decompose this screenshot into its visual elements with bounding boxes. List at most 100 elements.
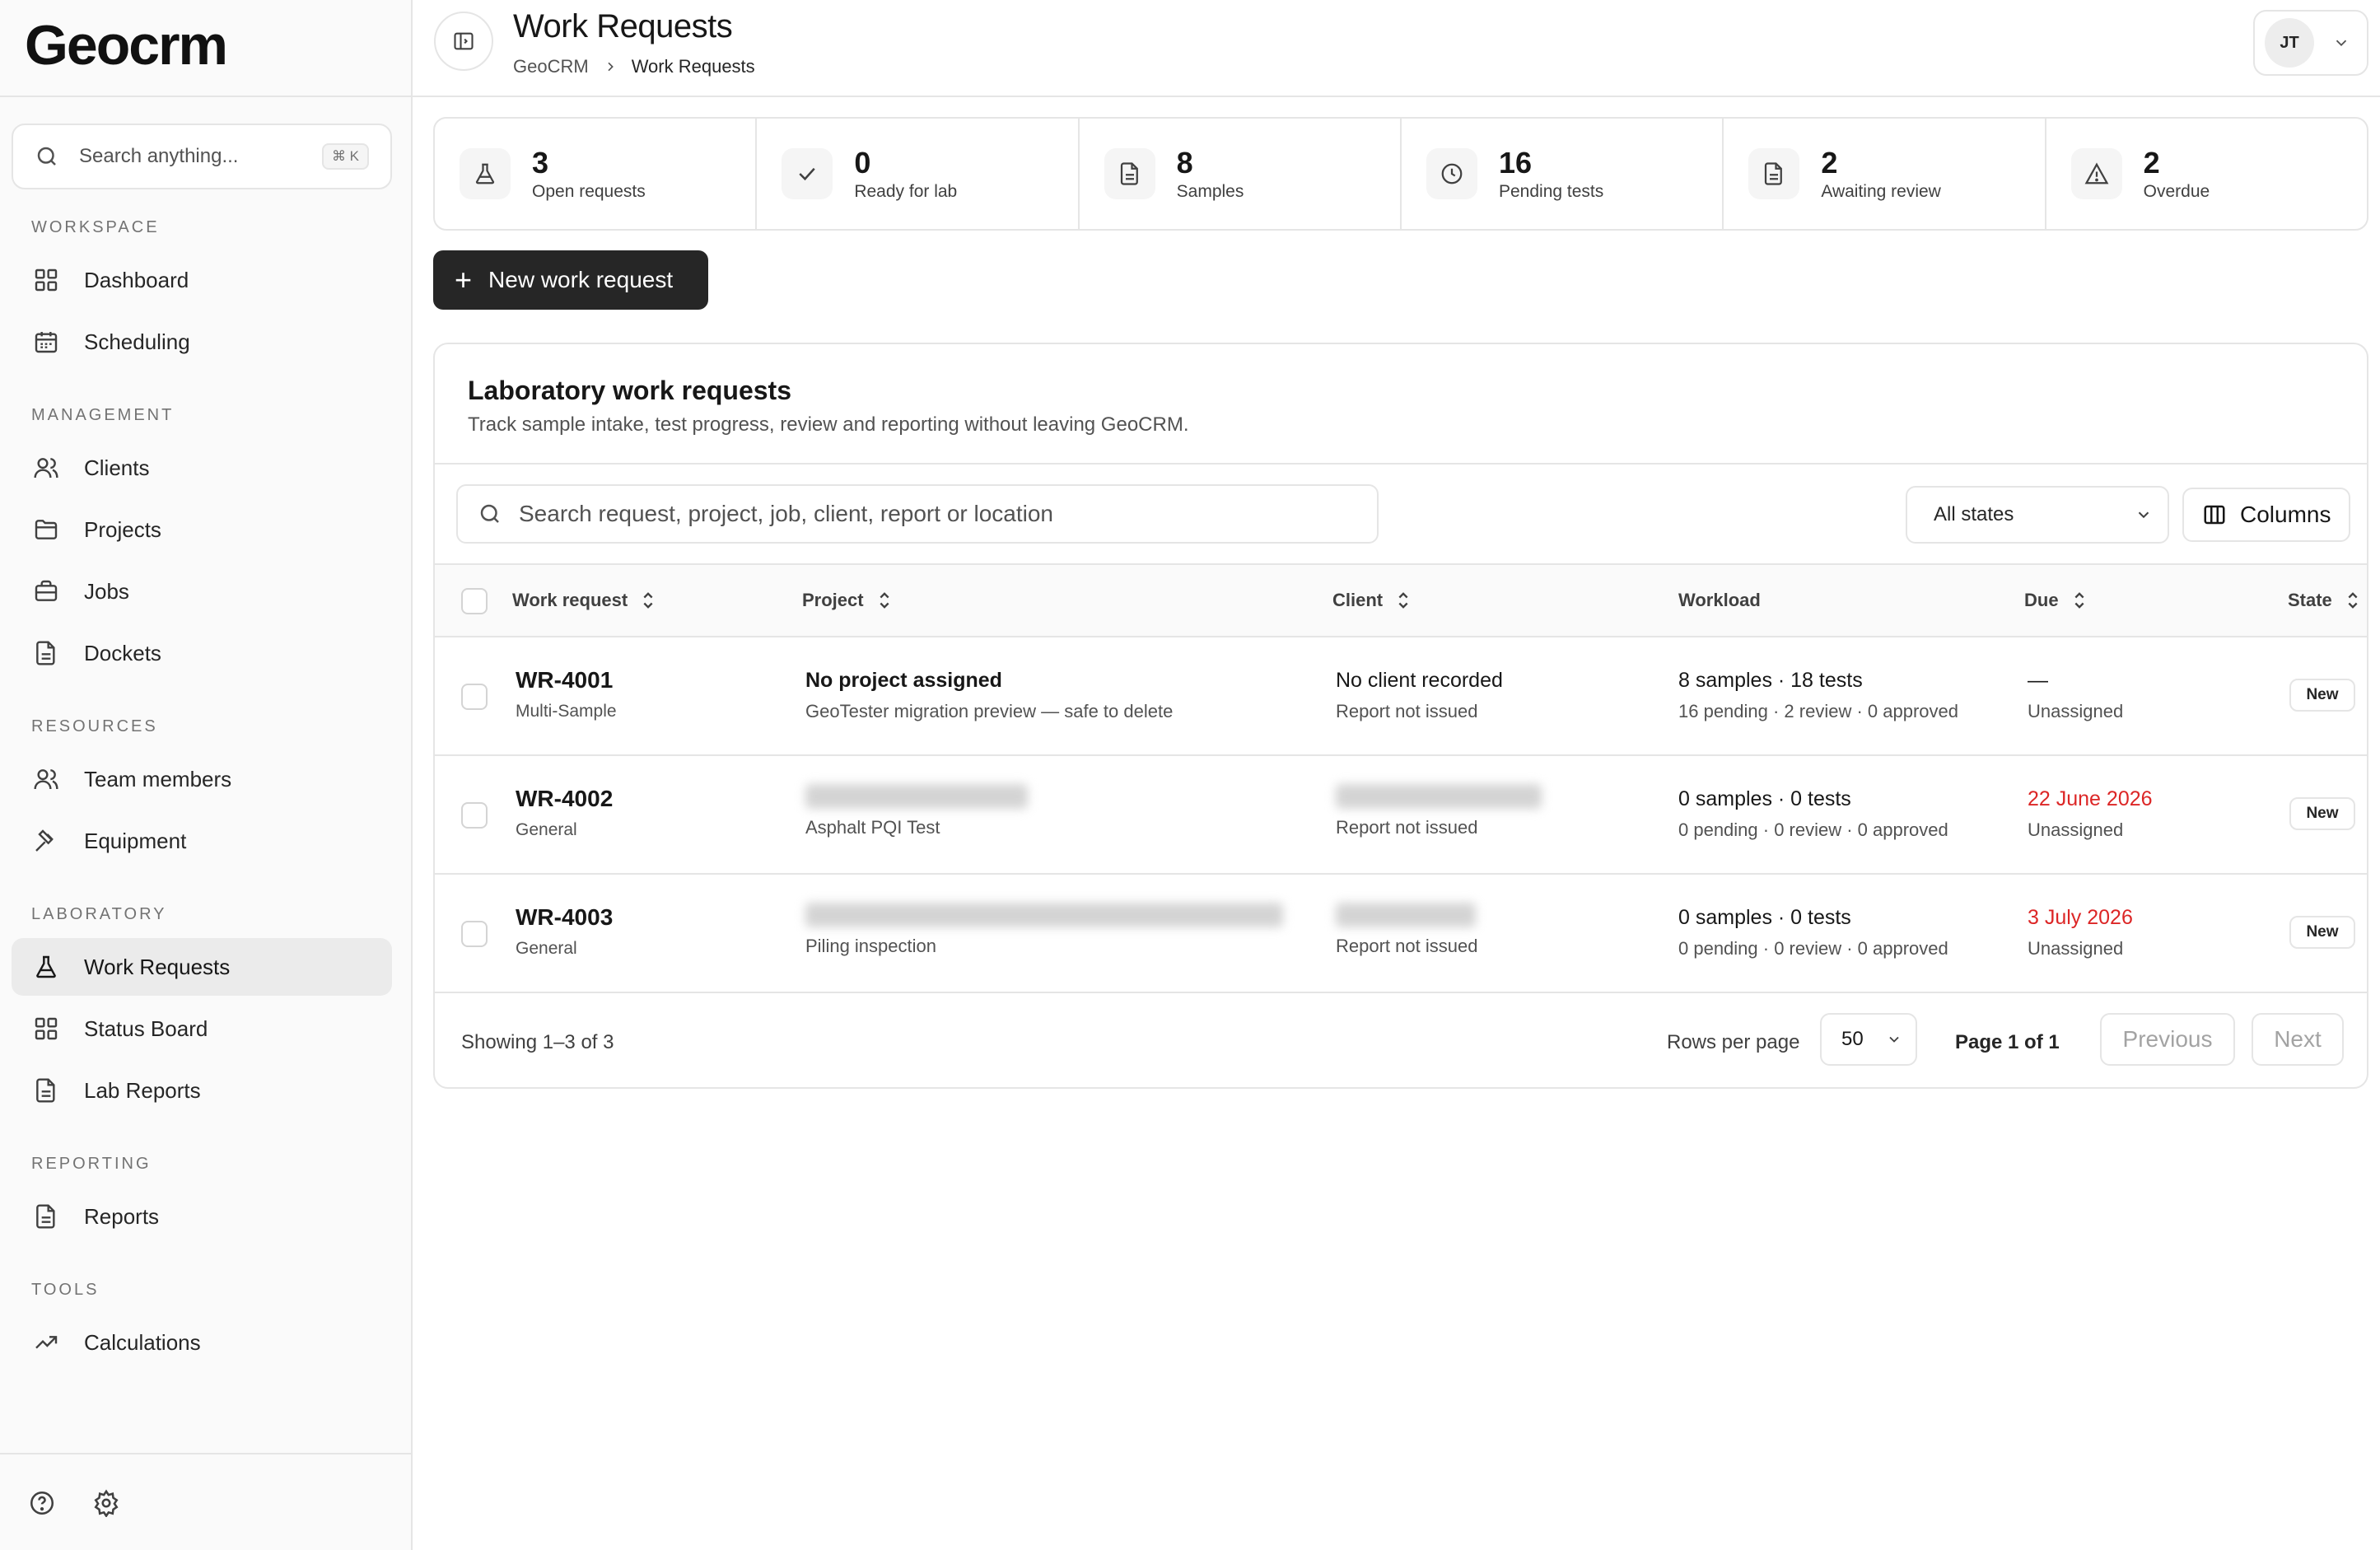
status-badge: New (2289, 679, 2355, 712)
next-page-button[interactable]: Next (2252, 1013, 2344, 1066)
user-menu-button[interactable]: JT (2253, 10, 2368, 76)
columns-icon (2204, 505, 2225, 525)
row-checkbox[interactable] (461, 921, 488, 947)
table-row[interactable]: WR-4001 Multi-Sample No project assigned… (435, 637, 2367, 756)
logo-text: Geocrm (25, 20, 226, 72)
settings-gear-icon[interactable] (92, 1489, 120, 1517)
section-management: MANAGEMENT (31, 406, 175, 424)
stat-label: Samples (1176, 182, 1244, 201)
file-text-icon (36, 1204, 55, 1229)
new-work-request-button[interactable]: + New work request (433, 250, 708, 310)
sidebar-divider (0, 1453, 411, 1454)
search-shortcut-badge: ⌘ K (321, 143, 369, 170)
sidebar-item-label: Jobs (84, 578, 129, 604)
assignee: Unassigned (2028, 819, 2124, 840)
plus-icon: + (455, 263, 473, 296)
sidebar-item-lab-reports[interactable]: Lab Reports (12, 1062, 392, 1119)
section-tools: TOOLS (31, 1281, 100, 1299)
column-header-state[interactable]: State (2288, 565, 2362, 636)
table-row[interactable]: WR-4002 General Asphalt PQI Test Report … (435, 756, 2367, 875)
status-badge: New (2289, 916, 2355, 949)
stat-value: 8 (1176, 146, 1193, 180)
column-header-label: Work request (512, 590, 628, 610)
sidebar-item-label: Team members (84, 766, 232, 791)
column-header-work-request[interactable]: Work request (512, 565, 657, 636)
stat-pending-tests: 16 Pending tests (1402, 119, 1724, 229)
folder-icon (35, 520, 58, 539)
work-request-id[interactable]: WR-4003 (516, 904, 613, 931)
status-badge: New (2289, 797, 2355, 830)
sidebar-item-equipment[interactable]: Equipment (12, 812, 392, 870)
breadcrumb-root[interactable]: GeoCRM (513, 56, 589, 77)
sidebar-item-scheduling[interactable]: Scheduling (12, 313, 392, 371)
client-report-status: Report not issued (1336, 936, 1478, 956)
sidebar-item-status-board[interactable]: Status Board (12, 1000, 392, 1057)
sort-icon (2074, 592, 2084, 609)
showing-count: Showing 1–3 of 3 (461, 1031, 614, 1053)
column-header-due[interactable]: Due (2024, 565, 2088, 636)
file-icon (1765, 162, 1783, 185)
work-request-id[interactable]: WR-4001 (516, 667, 617, 693)
stat-value: 2 (2143, 146, 2160, 180)
due-date-overdue: 22 June 2026 (2028, 787, 2153, 810)
select-all-checkbox[interactable] (461, 588, 488, 614)
sidebar-toggle-button[interactable] (434, 12, 493, 71)
panel-toggle-icon (454, 32, 474, 50)
client-title: No client recorded (1336, 669, 1503, 692)
sidebar-item-dashboard[interactable]: Dashboard (12, 251, 392, 309)
sidebar-item-label: Reports (84, 1203, 160, 1229)
sidebar-item-reports[interactable]: Reports (12, 1188, 392, 1245)
assignee: Unassigned (2028, 701, 2124, 721)
sidebar-item-calculations[interactable]: Calculations (12, 1314, 392, 1371)
sidebar-item-team-members[interactable]: Team members (12, 750, 392, 808)
stat-label: Ready for lab (854, 182, 958, 201)
chevron-down-icon (1889, 1036, 1899, 1043)
table-row[interactable]: WR-4003 General Piling inspection Report… (435, 875, 2367, 993)
client-report-status: Report not issued (1336, 817, 1478, 838)
new-work-request-label: New work request (488, 267, 674, 292)
global-search-input[interactable]: Search anything... ⌘ K (12, 124, 392, 189)
work-requests-card: Laboratory work requests Track sample in… (433, 343, 2368, 1089)
breadcrumb: GeoCRM Work Requests (513, 56, 755, 77)
chevron-down-icon (2336, 40, 2347, 47)
logo-mark: Geocrm (25, 20, 228, 72)
sidebar-item-dockets[interactable]: Dockets (12, 624, 392, 682)
columns-button[interactable]: Columns (2182, 488, 2350, 542)
page-info: Page 1 of 1 (1955, 1031, 2060, 1053)
project-subtitle: Piling inspection (805, 936, 936, 956)
stat-label: Overdue (2143, 182, 2210, 201)
column-header-client[interactable]: Client (1332, 565, 1412, 636)
previous-page-button[interactable]: Previous (2100, 1013, 2235, 1066)
sidebar-item-label: Dashboard (84, 267, 189, 292)
sort-icon (2348, 592, 2358, 609)
rows-per-page-select[interactable]: 50 (1820, 1013, 1917, 1066)
geocrm-logo[interactable]: Geocrm (25, 20, 272, 72)
work-request-id[interactable]: WR-4002 (516, 786, 613, 812)
sort-icon (1398, 592, 1408, 609)
state-filter-select[interactable]: All states (1906, 486, 2169, 544)
stat-ready-for-lab: 0 Ready for lab (757, 119, 1080, 229)
section-resources: RESOURCES (31, 717, 158, 735)
table-search-input[interactable]: Search request, project, job, client, re… (456, 484, 1379, 544)
sidebar-item-label: Dockets (84, 640, 161, 665)
row-checkbox[interactable] (461, 802, 488, 829)
workload-summary: 0 samples · 0 tests (1678, 906, 1851, 929)
sidebar-item-jobs[interactable]: Jobs (12, 563, 392, 620)
sidebar-item-clients[interactable]: Clients (12, 439, 392, 497)
column-header-project[interactable]: Project (802, 565, 894, 636)
row-checkbox[interactable] (461, 684, 488, 710)
avatar: JT (2265, 18, 2314, 68)
page-title: Work Requests (513, 8, 733, 44)
sidebar-item-projects[interactable]: Projects (12, 501, 392, 558)
project-title-redacted (805, 784, 1028, 809)
project-subtitle: GeoTester migration preview — safe to de… (805, 701, 1174, 721)
column-header-label: Workload (1678, 590, 1761, 610)
sidebar-item-work-requests[interactable]: Work Requests (12, 938, 392, 996)
clock-icon (1441, 163, 1463, 184)
check-icon (799, 167, 816, 181)
workload-breakdown: 0 pending · 0 review · 0 approved (1678, 938, 1948, 959)
divider (435, 463, 2367, 465)
stat-overdue: 2 Overdue (2046, 119, 2367, 229)
help-icon[interactable] (28, 1489, 56, 1517)
search-icon (37, 147, 56, 166)
